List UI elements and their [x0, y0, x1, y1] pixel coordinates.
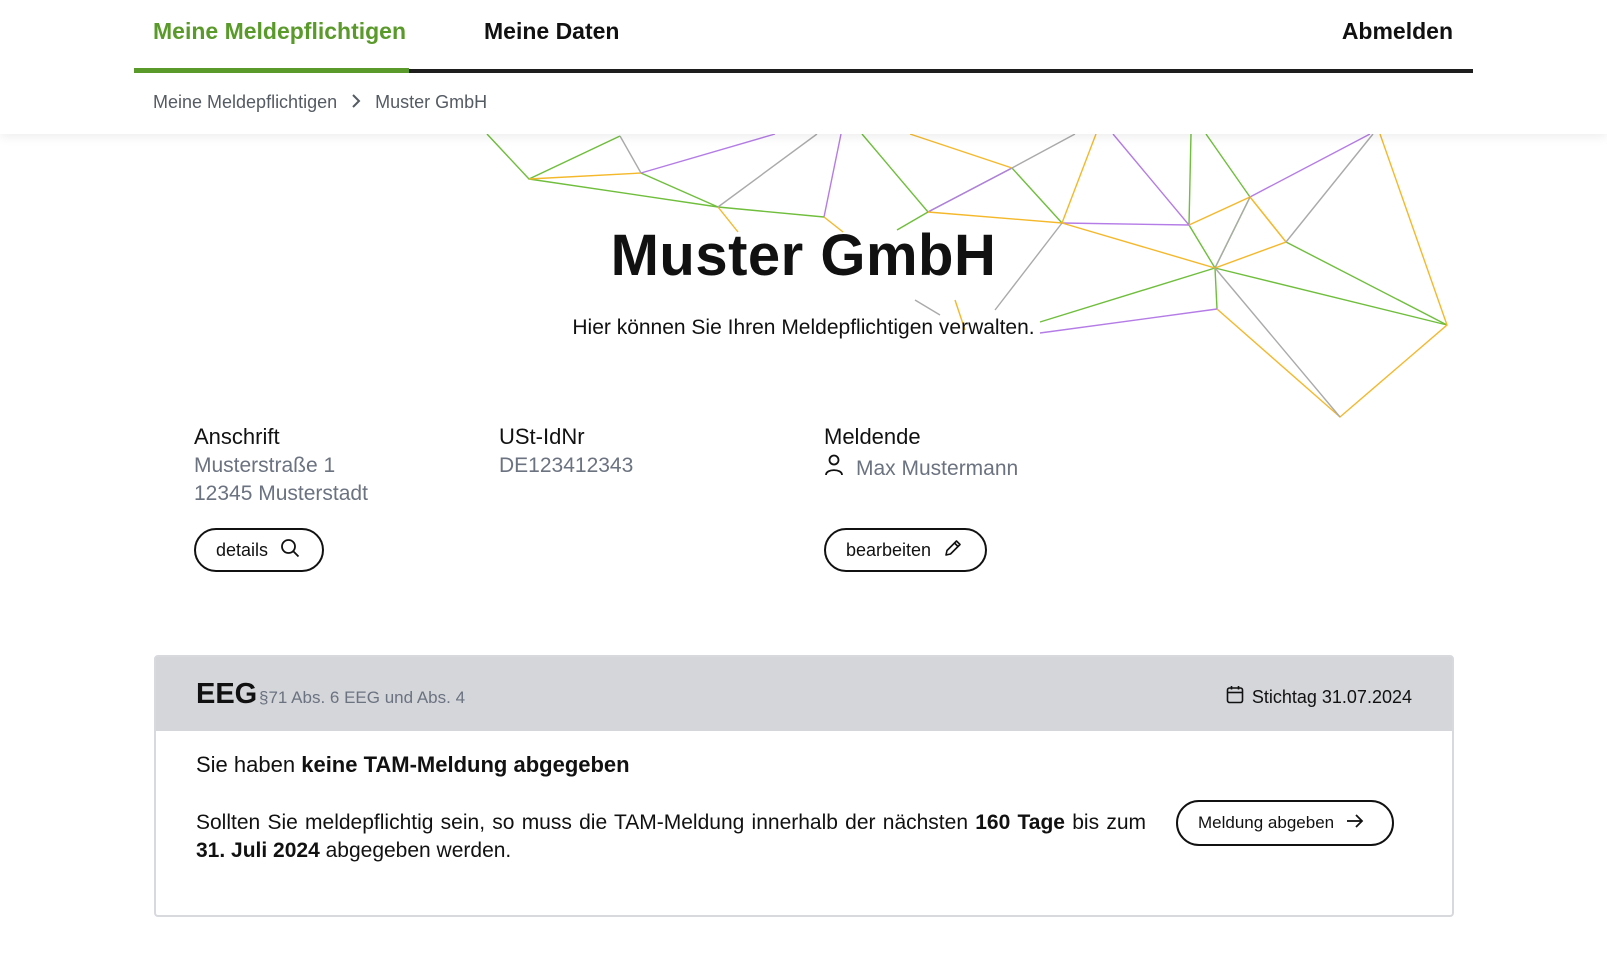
reporter-value: Max Mustermann	[824, 454, 1018, 484]
address-label: Anschrift	[194, 424, 280, 449]
deadline: Stichtag 31.07.2024	[1226, 685, 1412, 709]
text-date: 31. Juli 2024	[196, 839, 320, 862]
card-law-reference: §71 Abs. 6 EEG und Abs. 4	[259, 688, 466, 707]
pencil-icon	[943, 538, 963, 563]
submit-report-button[interactable]: Meldung abgeben	[1176, 800, 1394, 846]
address-line-city: 12345 Musterstadt	[194, 482, 368, 505]
main-nav: Meine Meldepflichtigen Meine Daten Abmel…	[134, 0, 1473, 73]
top-bar: Meine Meldepflichtigen Meine Daten Abmel…	[0, 0, 1607, 134]
active-tab-indicator	[134, 68, 409, 73]
arrow-right-icon	[1346, 813, 1364, 834]
tab-meine-meldepflichtigen[interactable]: Meine Meldepflichtigen	[153, 18, 406, 45]
report-status: Sie haben keine TAM-Meldung abgegeben	[196, 752, 630, 778]
reporter-label: Meldende	[824, 424, 921, 449]
reporter-name: Max Mustermann	[856, 457, 1019, 480]
deadline-text: Stichtag 31.07.2024	[1251, 686, 1412, 707]
chevron-right-icon	[351, 92, 361, 113]
vat-value: DE123412343	[499, 454, 634, 477]
text-part-2: bis zum	[1072, 811, 1146, 834]
page-subtitle: Hier können Sie Ihren Meldepflichtigen v…	[572, 316, 1035, 339]
text-days: 160 Tage	[975, 811, 1065, 834]
breadcrumb-item-current: Muster GmbH	[375, 92, 488, 112]
calendar-icon	[1226, 685, 1244, 709]
edit-button-label: bearbeiten	[846, 539, 932, 560]
breadcrumb-item-meldepflichtige[interactable]: Meine Meldepflichtigen	[153, 92, 337, 113]
submit-report-label: Meldung abgeben	[1198, 813, 1335, 832]
address-value: Musterstraße 1 12345 Musterstadt	[194, 452, 368, 508]
logout-link[interactable]: Abmelden	[1342, 18, 1453, 45]
details-button[interactable]: details	[194, 528, 324, 572]
deadline-explanation: Sollten Sie meldepflichtig sein, so muss…	[196, 809, 1146, 865]
breadcrumb: Meine Meldepflichtigen Muster GmbH	[153, 92, 487, 113]
tab-meine-daten[interactable]: Meine Daten	[484, 18, 619, 45]
page-title: Muster GmbH	[610, 223, 997, 288]
address-line-street: Musterstraße 1	[194, 454, 336, 477]
eeg-report-card: EEG §71 Abs. 6 EEG und Abs. 4 Stichtag 3…	[154, 655, 1454, 917]
user-icon	[824, 454, 844, 484]
edit-button[interactable]: bearbeiten	[824, 528, 987, 572]
text-part-1: Sollten Sie meldepflichtig sein, so muss…	[196, 811, 968, 834]
search-icon	[280, 538, 300, 563]
text-part-3: abgegeben werden.	[325, 839, 512, 862]
card-title: EEG	[196, 678, 258, 710]
card-header: EEG §71 Abs. 6 EEG und Abs. 4 Stichtag 3…	[156, 657, 1452, 731]
details-button-label: details	[216, 539, 269, 560]
vat-label: USt-IdNr	[499, 424, 585, 449]
status-prefix: Sie haben	[196, 752, 296, 777]
status-highlight: keine TAM-Meldung abgegeben	[301, 752, 630, 777]
